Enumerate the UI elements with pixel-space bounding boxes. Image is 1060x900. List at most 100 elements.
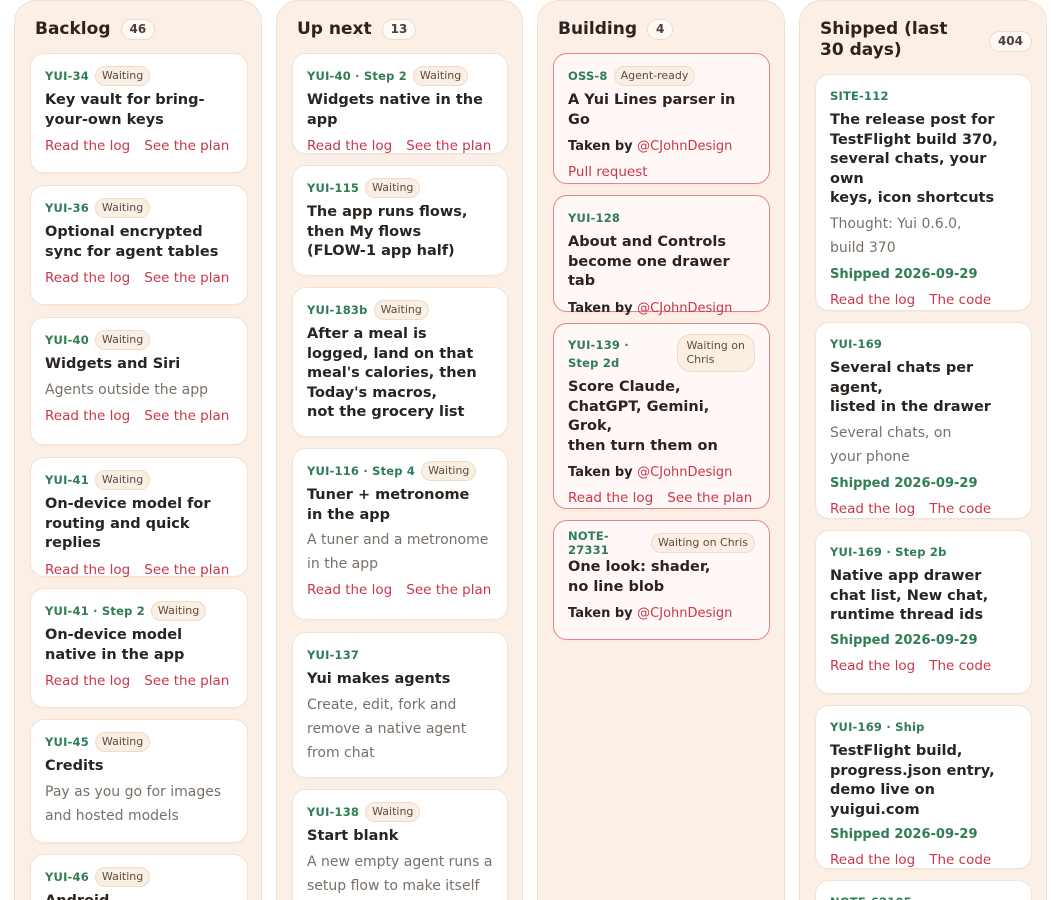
task-card-active[interactable]: YUI-128 About and Controls become one dr… (553, 195, 770, 316)
see-plan-link[interactable]: See the plan (144, 137, 229, 155)
status-badge: Waiting (94, 867, 151, 887)
assignee-handle[interactable]: @CJohnDesign (637, 465, 732, 480)
task-id: YUI-40 (45, 333, 89, 347)
task-title: Widgets and Siri (45, 356, 181, 372)
assignee-handle[interactable]: @CJohnDesign (637, 301, 732, 316)
status-badge: Waiting on Chris (651, 533, 755, 553)
status-badge: Waiting (421, 461, 477, 481)
task-id: YUI-116 · Step 4 (307, 464, 416, 478)
task-title: TestFlight build, progress.json entry, d… (830, 743, 995, 818)
task-id: YUI-139 · Step 2d (568, 338, 629, 370)
task-card-active[interactable]: NOTE-27331 Waiting on Chris One look: sha… (553, 520, 770, 640)
read-log-link[interactable]: Read the log (830, 291, 915, 309)
task-card[interactable]: YUI-45 Waiting Credits Pay as you go for … (30, 719, 248, 843)
task-id: YUI-41 (45, 473, 89, 487)
read-log-link[interactable]: Read the log (45, 407, 130, 425)
task-id: YUI-46 (45, 870, 89, 884)
task-card[interactable]: YUI-169 · Step 2b Native app drawer chat… (815, 530, 1032, 694)
code-link[interactable]: The code (929, 291, 991, 309)
task-card[interactable]: YUI-40 · Step 2 Waiting Widgets native in… (292, 53, 508, 154)
read-log-link[interactable]: Read the log (45, 269, 130, 287)
column-count: 404 (988, 31, 1032, 52)
task-card[interactable]: SITE-112 The release post for TestFlight… (815, 74, 1032, 311)
kanban-board: Backlog 46 YUI-34 Waiting Key vault for b… (0, 0, 1060, 900)
task-card[interactable]: YUI-34 Waiting Key vault for bring- your-… (30, 53, 248, 173)
see-plan-link[interactable]: See the plan (667, 489, 752, 507)
task-card[interactable]: YUI-183b Waiting After a meal is logged, … (292, 287, 508, 437)
read-log-link[interactable]: Read the log (830, 851, 915, 869)
task-title: Yui makes agents (307, 671, 451, 687)
assignee-handle[interactable]: @CJohnDesign (637, 606, 732, 621)
read-log-link[interactable]: Read the log (830, 500, 915, 518)
task-card[interactable]: YUI-40 Waiting Widgets and Siri Agents ou… (30, 317, 248, 445)
read-log-link[interactable]: Read the log (307, 581, 392, 599)
column-shipped: Shipped (last 30 days) 404 SITE-112 The … (799, 0, 1047, 900)
shipped-date: Shipped 2026-09-29 (830, 632, 978, 648)
column-up-next: Up next 13 YUI-40 · Step 2 Waiting Widget… (276, 0, 523, 900)
task-title: About and Controls become one drawer tab (568, 234, 730, 289)
assignee: Taken by @CJohnDesign (568, 300, 733, 316)
see-plan-link[interactable]: See the plan (144, 561, 229, 579)
status-badge: Waiting (150, 601, 207, 621)
task-card[interactable]: YUI-116 · Step 4 Waiting Tuner + metronom… (292, 448, 508, 620)
task-id: OSS-8 (568, 69, 608, 83)
task-description: Agents outside the app (45, 381, 209, 398)
column-title: Shipped (last 30 days) (820, 19, 948, 60)
task-title: A Yui Lines parser in Go (568, 92, 736, 128)
task-card[interactable]: YUI-169 · Ship TestFlight build, progres… (815, 705, 1032, 869)
see-plan-link[interactable]: See the plan (144, 407, 229, 425)
task-title: The app runs flows, then My flows (FLOW-… (307, 204, 468, 259)
assignee-handle[interactable]: @CJohnDesign (637, 139, 732, 154)
task-card-active[interactable]: OSS-8 Agent-ready A Yui Lines parser in G… (553, 53, 770, 184)
task-title: Tuner + metronome in the app (307, 487, 470, 523)
task-card[interactable]: YUI-41 Waiting On-device model for routin… (30, 457, 248, 579)
task-card[interactable]: YUI-137 Yui makes agents Create, edit, f… (292, 632, 508, 778)
status-badge: Waiting (94, 732, 151, 752)
task-id: YUI-34 (45, 69, 89, 83)
column-title: Building (558, 19, 637, 39)
task-title: Start blank (307, 828, 399, 844)
code-link[interactable]: The code (929, 657, 991, 675)
read-log-link[interactable]: Read the log (568, 489, 653, 507)
column-title: Up next (297, 19, 372, 39)
column-header: Up next 13 (297, 19, 508, 40)
task-id: YUI-128 (568, 211, 621, 225)
read-log-link[interactable]: Read the log (307, 137, 392, 155)
column-header: Shipped (last 30 days) 404 (820, 19, 1032, 61)
task-id: YUI-40 · Step 2 (307, 69, 407, 83)
assignee: Taken by @CJohnDesign (568, 139, 733, 154)
see-plan-link[interactable]: See the plan (144, 672, 229, 690)
task-card[interactable]: YUI-36 Waiting Optional encrypted sync fo… (30, 185, 248, 305)
read-log-link[interactable]: Read the log (830, 657, 915, 675)
task-title: Several chats per agent, listed in the d… (830, 360, 991, 415)
assignee: Taken by @CJohnDesign (568, 606, 733, 621)
status-badge: Waiting (94, 66, 151, 86)
task-description: A new empty agent runs a setup flow to m… (307, 853, 493, 894)
task-title: Score Claude, ChatGPT, Gemini, Grok, the… (568, 379, 718, 454)
status-badge: Waiting on Chris (676, 334, 755, 372)
pull-request-link[interactable]: Pull request (568, 163, 648, 181)
assignee: Taken by @CJohnDesign (568, 465, 733, 480)
task-card[interactable]: YUI-41 · Step 2 Waiting On-device model n… (30, 588, 248, 708)
read-log-link[interactable]: Read the log (45, 561, 130, 579)
task-title: On-device model for routing and quick re… (45, 496, 211, 551)
see-plan-link[interactable]: See the plan (406, 137, 491, 155)
code-link[interactable]: The code (929, 500, 991, 518)
read-log-link[interactable]: Read the log (45, 672, 130, 690)
shipped-date: Shipped 2026-09-29 (830, 827, 978, 842)
see-plan-link[interactable]: See the plan (406, 581, 491, 599)
task-title: Android (45, 892, 233, 900)
see-plan-link[interactable]: See the plan (144, 269, 229, 287)
shipped-date: Shipped 2026-09-29 (830, 266, 978, 282)
task-id: YUI-115 (307, 181, 360, 195)
task-card[interactable]: YUI-115 Waiting The app runs flows, then … (292, 165, 508, 276)
task-card[interactable]: YUI-169 Several chats per agent, listed … (815, 322, 1032, 519)
task-card[interactable]: YUI-46 Waiting Android (30, 854, 248, 900)
task-id: YUI-183b (307, 303, 368, 317)
read-log-link[interactable]: Read the log (45, 137, 130, 155)
code-link[interactable]: The code (929, 851, 991, 869)
task-card[interactable]: NOTE-62105 (815, 880, 1032, 900)
task-card[interactable]: YUI-138 Waiting Start blank A new empty a… (292, 789, 508, 900)
task-description: Pay as you go for images and hosted mode… (45, 783, 222, 824)
task-card-active[interactable]: YUI-139 · Step 2d Waiting on Chris Score… (553, 323, 770, 509)
